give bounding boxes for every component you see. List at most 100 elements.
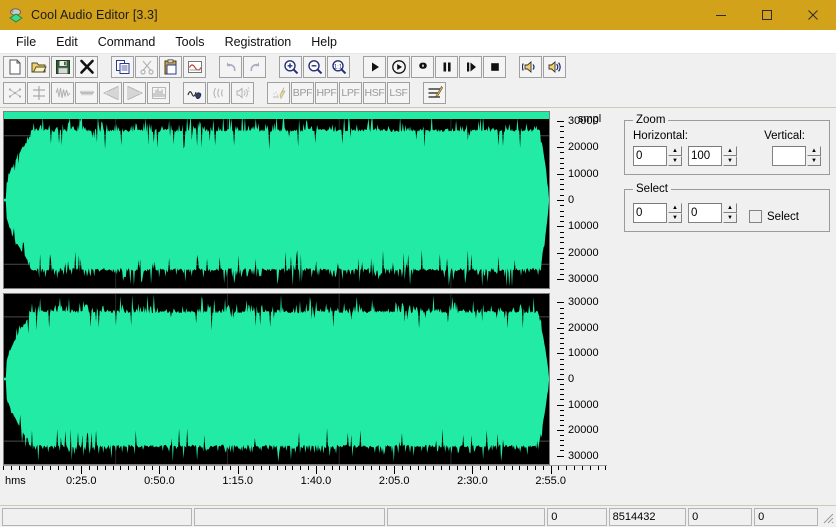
bandpass-filter-button[interactable]: BPF bbox=[291, 82, 314, 104]
spin-up-icon[interactable]: ▲ bbox=[723, 203, 737, 213]
step-button[interactable] bbox=[459, 56, 482, 78]
lowshelf-filter-button[interactable]: LSF bbox=[387, 82, 410, 104]
time-ruler-label: 1:40.0 bbox=[300, 475, 332, 487]
dc-offset-button[interactable] bbox=[27, 82, 50, 104]
zoom-in-button[interactable] bbox=[279, 56, 302, 78]
zoom-horizontal-end-input[interactable] bbox=[688, 146, 722, 166]
redo-button[interactable] bbox=[243, 56, 266, 78]
select-start-spin[interactable]: ▲ ▼ bbox=[668, 203, 682, 223]
zoom-vertical-input[interactable] bbox=[772, 146, 806, 166]
normalize-button[interactable] bbox=[3, 82, 26, 104]
zoom-vertical-stepper[interactable]: ▲ ▼ bbox=[772, 146, 821, 166]
time-tick-minor bbox=[589, 466, 591, 470]
minimize-button[interactable] bbox=[698, 0, 744, 30]
select-start-input[interactable] bbox=[633, 203, 667, 223]
close-button[interactable] bbox=[790, 0, 836, 30]
highpass-filter-button-label: HPF bbox=[316, 87, 337, 99]
close-file-button[interactable] bbox=[75, 56, 98, 78]
scale-tick-major bbox=[557, 379, 564, 380]
menu-item-file[interactable]: File bbox=[6, 32, 46, 52]
zoom-full-button[interactable]: 1:1 bbox=[327, 56, 350, 78]
undo-button[interactable] bbox=[219, 56, 242, 78]
play-all-button[interactable] bbox=[387, 56, 410, 78]
equalizer-button[interactable] bbox=[423, 82, 446, 104]
new-file-button[interactable] bbox=[3, 56, 26, 78]
zoom-horizontal-start-spin[interactable]: ▲ ▼ bbox=[668, 146, 682, 166]
copy-icon bbox=[115, 59, 131, 75]
waveform-channel-right[interactable] bbox=[3, 293, 550, 465]
noise-reduce-button[interactable] bbox=[183, 82, 206, 104]
zoom-horizontal-start-input[interactable] bbox=[633, 146, 667, 166]
zoom-vertical-spin[interactable]: ▲ ▼ bbox=[807, 146, 821, 166]
zoom-out-button[interactable] bbox=[303, 56, 326, 78]
spin-up-icon[interactable]: ▲ bbox=[723, 146, 737, 156]
pause-button[interactable] bbox=[435, 56, 458, 78]
lowshelf-filter-button-label: LSF bbox=[389, 87, 408, 99]
time-tick-minor bbox=[339, 466, 341, 470]
edit-waveform-button[interactable] bbox=[183, 56, 206, 78]
menu-item-registration[interactable]: Registration bbox=[215, 32, 302, 52]
selection-strip-left[interactable] bbox=[4, 112, 549, 119]
vertical-scale-label: 30000 bbox=[568, 273, 599, 286]
spectrum-button[interactable] bbox=[147, 82, 170, 104]
loop-button[interactable] bbox=[411, 56, 434, 78]
select-start-stepper[interactable]: ▲ ▼ bbox=[633, 203, 682, 223]
time-tick-minor bbox=[206, 466, 208, 470]
fade-out-button[interactable] bbox=[123, 82, 146, 104]
waveform-channel-left[interactable] bbox=[3, 111, 550, 289]
paste-button[interactable] bbox=[159, 56, 182, 78]
menu-item-tools[interactable]: Tools bbox=[165, 32, 214, 52]
spin-down-icon[interactable]: ▼ bbox=[668, 156, 682, 166]
lowpass-filter-button[interactable]: LPF bbox=[339, 82, 362, 104]
time-ruler-label: 0:25.0 bbox=[65, 475, 97, 487]
copy-button[interactable] bbox=[111, 56, 134, 78]
amplify-button[interactable] bbox=[51, 82, 74, 104]
wave-amplify-icon bbox=[55, 85, 71, 101]
echo-button[interactable] bbox=[207, 82, 230, 104]
zoom-horizontal-end-spin[interactable]: ▲ ▼ bbox=[723, 146, 737, 166]
flatten-button[interactable] bbox=[75, 82, 98, 104]
zoom-horizontal-end-stepper[interactable]: ▲ ▼ bbox=[688, 146, 737, 166]
save-file-button[interactable] bbox=[51, 56, 74, 78]
select-end-spin[interactable]: ▲ ▼ bbox=[723, 203, 737, 223]
time-ruler[interactable]: hms 0:25.0 0:50.0 1:15.0 1:40.0 2:05.0 2:30.0… bbox=[3, 465, 607, 491]
svg-text:1:1: 1:1 bbox=[333, 64, 342, 70]
application-window: Cool Audio Editor [3.3] File Edit Comman… bbox=[0, 0, 836, 527]
open-file-button[interactable] bbox=[27, 56, 50, 78]
time-tick-minor bbox=[214, 466, 216, 470]
volume-up-button[interactable] bbox=[543, 56, 566, 78]
time-tick-major bbox=[159, 466, 161, 474]
spin-up-icon[interactable]: ▲ bbox=[668, 146, 682, 156]
menu-item-command[interactable]: Command bbox=[88, 32, 166, 52]
time-tick-minor bbox=[370, 466, 372, 470]
highshelf-filter-button[interactable]: HSF bbox=[363, 82, 386, 104]
stop-button[interactable] bbox=[483, 56, 506, 78]
zoom-horizontal-start-stepper[interactable]: ▲ ▼ bbox=[633, 146, 682, 166]
highpass-filter-button[interactable]: HPF bbox=[315, 82, 338, 104]
fade-in-button[interactable] bbox=[99, 82, 122, 104]
time-tick-minor bbox=[89, 466, 91, 470]
spin-down-icon[interactable]: ▼ bbox=[723, 156, 737, 166]
select-end-input[interactable] bbox=[688, 203, 722, 223]
spin-down-icon[interactable]: ▼ bbox=[807, 156, 821, 166]
floppy-save-icon bbox=[55, 59, 71, 75]
select-checkbox-wrap[interactable]: Select bbox=[749, 210, 799, 223]
time-tick-minor bbox=[441, 466, 443, 470]
spin-up-icon[interactable]: ▲ bbox=[807, 146, 821, 156]
cut-button[interactable] bbox=[135, 56, 158, 78]
crosshair-axis-icon bbox=[31, 85, 47, 101]
x-close-icon bbox=[79, 59, 95, 75]
spin-up-icon[interactable]: ▲ bbox=[668, 203, 682, 213]
select-checkbox[interactable] bbox=[749, 210, 762, 223]
select-end-stepper[interactable]: ▲ ▼ bbox=[688, 203, 737, 223]
spin-down-icon[interactable]: ▼ bbox=[668, 213, 682, 223]
play-button[interactable] bbox=[363, 56, 386, 78]
resize-grip-icon[interactable] bbox=[820, 510, 834, 524]
declick-button[interactable] bbox=[267, 82, 290, 104]
maximize-button[interactable] bbox=[744, 0, 790, 30]
menu-item-help[interactable]: Help bbox=[301, 32, 347, 52]
reverb-button[interactable] bbox=[231, 82, 254, 104]
spin-down-icon[interactable]: ▼ bbox=[723, 213, 737, 223]
menu-item-edit[interactable]: Edit bbox=[46, 32, 88, 52]
volume-down-button[interactable] bbox=[519, 56, 542, 78]
